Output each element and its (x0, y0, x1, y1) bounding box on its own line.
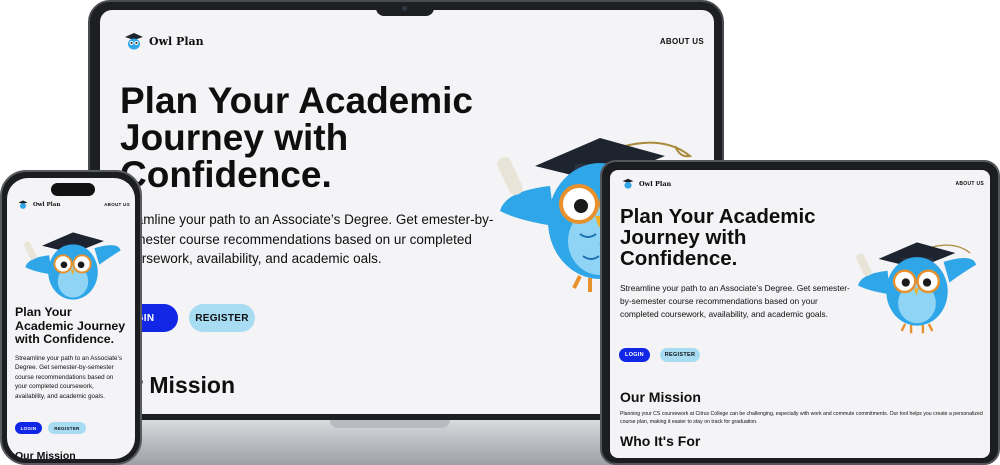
hero-description: Streamline your path to an Associate’s D… (15, 355, 122, 400)
owl-logo-icon (124, 32, 144, 50)
mission-heading: Our Mission (15, 450, 76, 459)
hero-description: Streamline your path to an Associate’s D… (620, 283, 850, 320)
hero-description: treamline your path to an Associate’s De… (120, 212, 494, 267)
register-button[interactable]: REGISTER (48, 422, 86, 434)
mission-heading: Our Mission (620, 389, 701, 405)
nav-about-link[interactable]: ABOUT US (104, 202, 130, 207)
hero-title: Plan Your Academic Journey with Confiden… (15, 305, 126, 347)
brand-logo[interactable]: Owl Plan (622, 178, 671, 189)
mission-text: Planning your CS coursework at Citrus Co… (620, 411, 983, 426)
laptop-navbar: Owl Plan ABOUT US (124, 32, 704, 50)
phone-frame: Owl Plan ABOUT US Plan Your Academic Jou… (0, 170, 142, 465)
brand-logo[interactable]: Owl Plan (124, 32, 204, 50)
owl-logo-icon (18, 200, 28, 209)
owl-logo-icon (622, 178, 634, 189)
register-button[interactable]: REGISTER (660, 348, 700, 362)
phone-dynamic-island (51, 183, 95, 196)
register-button[interactable]: REGISTER (189, 304, 255, 332)
brand-name: Owl Plan (149, 34, 204, 48)
tablet-frame: Owl Plan ABOUT US Plan Your Academic Jou… (600, 160, 1000, 465)
phone-screen: Owl Plan ABOUT US Plan Your Academic Jou… (7, 178, 135, 459)
who-heading: Who It's For (620, 433, 701, 449)
phone-navbar: Owl Plan ABOUT US (18, 200, 130, 209)
nav-about-link[interactable]: ABOUT US (955, 181, 984, 187)
laptop-camera-notch (376, 2, 434, 16)
tablet-screen: Owl Plan ABOUT US Plan Your Academic Jou… (610, 170, 990, 458)
device-mockup-stage: Owl Plan ABOUT US Plan Your Academic Jou… (0, 0, 1000, 465)
login-button[interactable]: LOGIN (15, 422, 42, 434)
login-button[interactable]: LOGIN (619, 348, 650, 362)
hero-title: Plan Your Academic Journey with Confiden… (620, 205, 816, 270)
owl-mascot (856, 242, 977, 334)
nav-about-link[interactable]: ABOUT US (660, 37, 704, 46)
brand-name: Owl Plan (33, 201, 61, 208)
hero-title: Plan Your Academic Journey with Confiden… (120, 80, 473, 195)
brand-name: Owl Plan (639, 179, 672, 188)
tablet-navbar: Owl Plan ABOUT US (622, 178, 984, 189)
owl-mascot (24, 232, 121, 300)
brand-logo[interactable]: Owl Plan (18, 200, 60, 209)
